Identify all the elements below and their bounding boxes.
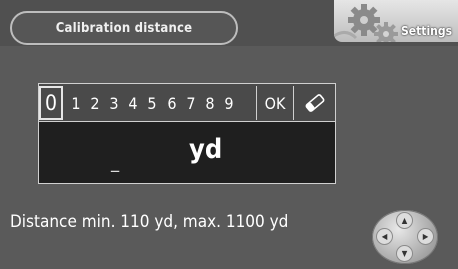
distance-range-text: Distance min. 110 yd, max. 1100 yd: [10, 212, 289, 232]
ok-button[interactable]: OK: [256, 86, 293, 120]
key-2[interactable]: 2: [86, 86, 104, 120]
top-bar: Calibration distance Settings: [0, 0, 458, 46]
digit-keypad: 0 1 2 3 4 5 6 7 8 9 OK: [38, 83, 336, 121]
arrow-down-icon[interactable]: ▼: [397, 246, 412, 261]
directional-pad-icon[interactable]: ▲ ▼ ◀ ▶: [372, 210, 438, 264]
settings-label: Settings: [401, 24, 452, 38]
unit-label: yd: [189, 134, 223, 165]
key-0-selected[interactable]: 0: [39, 86, 63, 120]
key-8[interactable]: 8: [201, 86, 219, 120]
key-7[interactable]: 7: [182, 86, 200, 120]
arrow-left-icon[interactable]: ◀: [377, 229, 392, 244]
settings-button[interactable]: Settings: [334, 0, 458, 42]
page-title: Calibration distance: [10, 11, 238, 45]
key-6[interactable]: 6: [163, 86, 181, 120]
arrow-up-icon[interactable]: ▲: [397, 213, 412, 228]
erase-button[interactable]: [293, 86, 336, 120]
page-title-label: Calibration distance: [55, 20, 193, 36]
key-3[interactable]: 3: [105, 86, 123, 120]
input-cursor: _: [111, 152, 120, 173]
distance-display: _ yd: [38, 121, 336, 184]
key-label: 0: [44, 91, 58, 115]
eraser-icon: [305, 94, 325, 112]
key-4[interactable]: 4: [124, 86, 142, 120]
key-5[interactable]: 5: [143, 86, 161, 120]
key-9[interactable]: 9: [220, 86, 238, 120]
key-1[interactable]: 1: [67, 86, 85, 120]
arrow-right-icon[interactable]: ▶: [418, 229, 433, 244]
